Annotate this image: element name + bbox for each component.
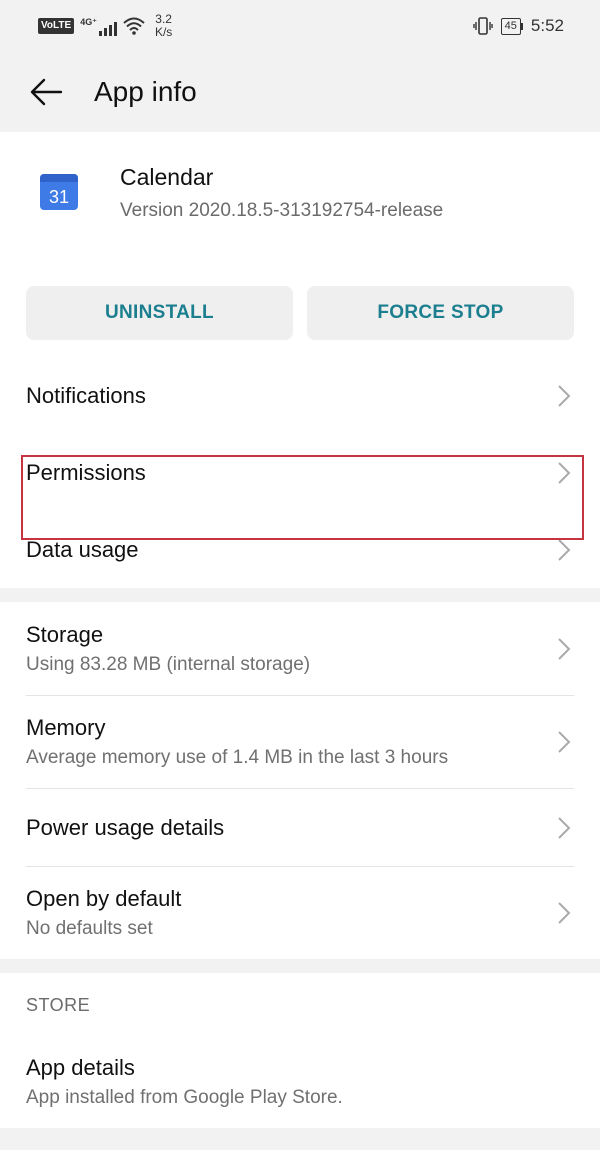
chevron-right-icon <box>558 816 571 839</box>
network-speed: 3.2 K/s <box>155 13 172 39</box>
open-by-default-row[interactable]: Open by default No defaults set <box>0 867 600 959</box>
status-left: VoLTE 4G⁺ 3.2 K/s <box>38 13 172 39</box>
arrow-left-icon <box>30 78 63 106</box>
battery-icon: 45 <box>500 17 523 35</box>
signal-indicator: 4G⁺ <box>80 16 117 36</box>
memory-row[interactable]: Memory Average memory use of 1.4 MB in t… <box>0 696 600 788</box>
permissions-label: Permissions <box>26 459 146 485</box>
chevron-right-icon <box>558 384 571 407</box>
notifications-label: Notifications <box>26 382 146 408</box>
speed-unit: K/s <box>154 25 173 39</box>
app-details-label: App details <box>26 1054 135 1080</box>
storage-label: Storage <box>26 621 104 647</box>
storage-summary: Using 83.28 MB (internal storage) <box>26 653 311 675</box>
force-stop-button[interactable]: FORCE STOP <box>307 286 574 340</box>
app-info-content: 31 Calendar Version 2020.18.5-313192754-… <box>0 132 600 1128</box>
power-usage-row[interactable]: Power usage details <box>0 789 600 866</box>
status-bar: VoLTE 4G⁺ 3.2 K/s 45 5:52 <box>0 0 600 52</box>
chevron-right-icon <box>558 731 571 753</box>
battery-level: 45 <box>500 17 521 35</box>
signal-bars-icon <box>98 22 117 36</box>
wifi-icon <box>123 17 145 35</box>
chevron-right-icon <box>558 637 571 660</box>
section-gap <box>0 588 600 602</box>
memory-summary: Average memory use of 1.4 MB in the last… <box>26 747 449 768</box>
network-type: 4G⁺ <box>80 17 97 27</box>
uninstall-button[interactable]: UNINSTALL <box>26 286 293 340</box>
notifications-row[interactable]: Notifications <box>0 357 600 434</box>
app-header: 31 Calendar Version 2020.18.5-313192754-… <box>0 132 600 272</box>
app-bar: App info <box>0 52 600 132</box>
permissions-row[interactable]: Permissions <box>0 434 600 511</box>
calendar-icon: 31 <box>40 174 78 210</box>
chevron-right-icon <box>558 538 571 561</box>
page-title: App info <box>94 76 197 107</box>
power-usage-label: Power usage details <box>26 814 225 840</box>
open-by-default-summary: No defaults set <box>26 918 153 939</box>
app-name: Calendar <box>120 164 214 190</box>
settings-section-1: Notifications Permissions Data usage <box>0 357 600 588</box>
status-right: 45 5:52 <box>472 16 564 36</box>
storage-row[interactable]: Storage Using 83.28 MB (internal storage… <box>0 602 600 695</box>
vibrate-icon <box>472 17 493 35</box>
action-buttons: UNINSTALL FORCE STOP <box>0 272 600 357</box>
data-usage-row[interactable]: Data usage <box>0 511 600 588</box>
back-button[interactable] <box>14 60 78 124</box>
app-details-row[interactable]: App details App installed from Google Pl… <box>0 1035 600 1128</box>
data-usage-label: Data usage <box>26 536 139 562</box>
app-version: Version 2020.18.5-313192754-release <box>120 200 444 221</box>
settings-section-2: Storage Using 83.28 MB (internal storage… <box>0 602 600 959</box>
section-gap <box>0 959 600 973</box>
calendar-icon-date: 31 <box>49 187 69 207</box>
clock: 5:52 <box>530 16 564 35</box>
store-section-header: STORE <box>26 995 91 1015</box>
memory-label: Memory <box>26 715 106 740</box>
store-section: STORE App details App installed from Goo… <box>0 973 600 1128</box>
chevron-right-icon <box>558 461 571 484</box>
open-by-default-label: Open by default <box>26 886 182 911</box>
chevron-right-icon <box>558 902 571 924</box>
volte-badge: VoLTE <box>38 18 75 34</box>
app-details-summary: App installed from Google Play Store. <box>26 1086 343 1108</box>
